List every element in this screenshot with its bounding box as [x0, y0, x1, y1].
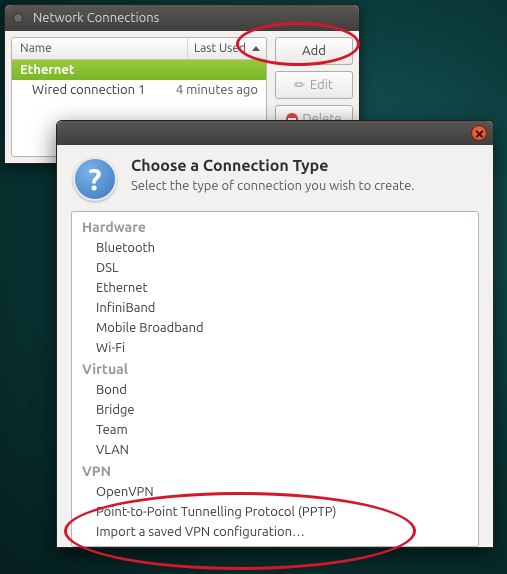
type-group-header: Virtual: [72, 358, 478, 380]
column-lastused-header[interactable]: Last Used: [188, 38, 266, 59]
type-group-header: VPN: [72, 460, 478, 482]
type-item[interactable]: Bridge: [72, 400, 478, 420]
type-item[interactable]: Ethernet: [72, 278, 478, 298]
category-row-ethernet[interactable]: Ethernet: [12, 60, 266, 80]
question-icon: ?: [73, 157, 117, 201]
list-header: Name Last Used: [12, 38, 266, 60]
pencil-icon: ✎: [291, 76, 309, 94]
dialog-titlebar[interactable]: [57, 121, 493, 145]
type-item[interactable]: Mobile Broadband: [72, 318, 478, 338]
add-button[interactable]: Add: [275, 37, 353, 65]
window-titlebar[interactable]: Network Connections: [5, 5, 359, 31]
dialog-title: Choose a Connection Type: [131, 157, 415, 175]
type-item[interactable]: Bluetooth: [72, 238, 478, 258]
column-name-header[interactable]: Name: [12, 38, 188, 59]
sort-ascending-icon: [252, 46, 260, 51]
type-item[interactable]: Team: [72, 420, 478, 440]
edit-button[interactable]: ✎ Edit: [275, 71, 353, 99]
type-item[interactable]: Import a saved VPN configuration…: [72, 522, 478, 542]
type-item[interactable]: OpenVPN: [72, 482, 478, 502]
connection-type-dialog: ? Choose a Connection Type Select the ty…: [56, 120, 494, 548]
window-control-dot[interactable]: [13, 13, 23, 23]
connection-lastused: 4 minutes ago: [168, 83, 258, 97]
connection-name: Wired connection 1: [20, 83, 168, 97]
type-item[interactable]: DSL: [72, 258, 478, 278]
connection-type-list[interactable]: HardwareBluetoothDSLEthernetInfiniBandMo…: [71, 211, 479, 547]
type-item[interactable]: VLAN: [72, 440, 478, 460]
type-item[interactable]: Point-to-Point Tunnelling Protocol (PPTP…: [72, 502, 478, 522]
close-icon[interactable]: [471, 125, 487, 141]
window-title: Network Connections: [33, 11, 159, 25]
type-item[interactable]: Wi-Fi: [72, 338, 478, 358]
type-group-header: Hardware: [72, 216, 478, 238]
dialog-subtitle: Select the type of connection you wish t…: [131, 179, 415, 193]
connection-row[interactable]: Wired connection 1 4 minutes ago: [12, 80, 266, 100]
type-item[interactable]: Bond: [72, 380, 478, 400]
type-item[interactable]: InfiniBand: [72, 298, 478, 318]
